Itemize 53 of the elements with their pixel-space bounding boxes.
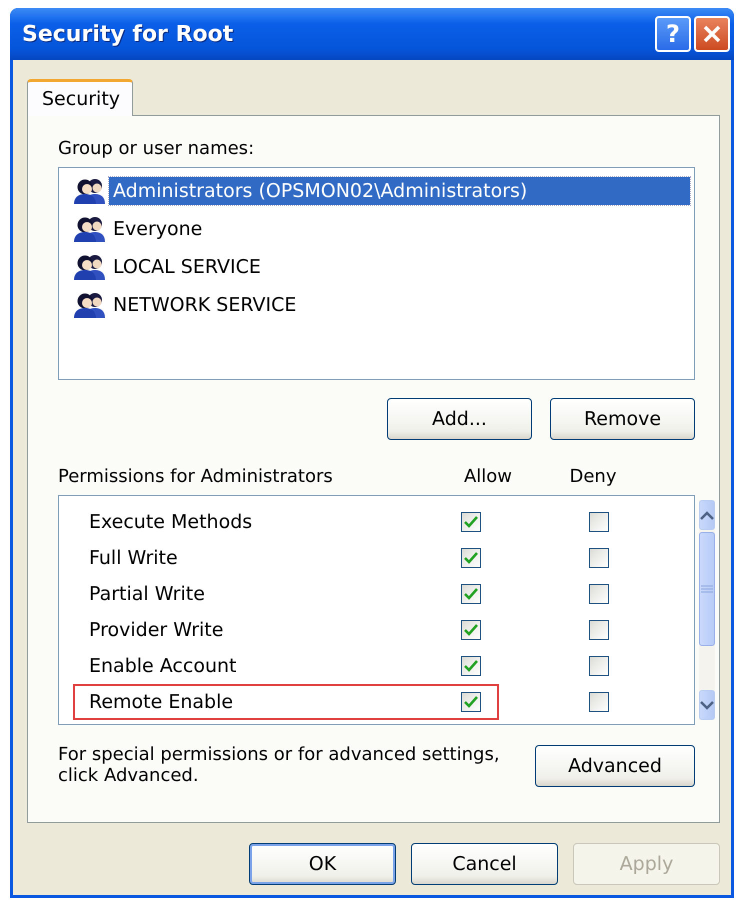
- checkmark-icon: [464, 696, 478, 708]
- permission-name: Partial Write: [89, 583, 206, 605]
- column-header: Deny: [568, 466, 618, 487]
- allow-checkbox[interactable]: [461, 620, 481, 640]
- deny-checkbox[interactable]: [589, 656, 609, 676]
- permissions-label: Permissions for Administrators: [58, 466, 334, 487]
- dialog-button[interactable]: Remove: [550, 398, 695, 440]
- checkmark-icon: [464, 588, 478, 600]
- column-header: Allow: [462, 466, 514, 487]
- permission-name: Provider Write: [89, 619, 224, 641]
- tab[interactable]: Security: [27, 79, 134, 116]
- scrollbar-thumb[interactable]: [699, 532, 715, 646]
- window-title: Security for Root: [22, 22, 234, 46]
- chevron-down-icon: [700, 700, 714, 710]
- users-icon: [73, 177, 107, 205]
- permission-name: Execute Methods: [89, 511, 254, 533]
- dialog-button[interactable]: Cancel: [411, 843, 558, 885]
- close-button[interactable]: [694, 16, 730, 52]
- allow-checkbox[interactable]: [461, 656, 481, 676]
- allow-checkbox[interactable]: [461, 692, 481, 712]
- permission-name: Enable Account: [89, 655, 238, 677]
- advanced-hint: For special permissions or for advanced settings, click Advanced.: [58, 745, 501, 787]
- advanced-button[interactable]: Advanced: [535, 745, 695, 787]
- grip-icon: [701, 585, 713, 593]
- dialog-button[interactable]: Add...: [387, 398, 532, 440]
- checkmark-icon: [464, 660, 478, 672]
- deny-checkbox[interactable]: [589, 620, 609, 640]
- close-icon: [702, 24, 722, 44]
- allow-checkbox[interactable]: [461, 584, 481, 604]
- dialog-button[interactable]: OK: [249, 843, 396, 885]
- permission-name: Full Write: [89, 547, 179, 569]
- users-icon: [73, 291, 107, 319]
- deny-checkbox[interactable]: [589, 548, 609, 568]
- users-icon: [73, 215, 107, 243]
- checkmark-icon: [464, 552, 478, 564]
- users-icon: [73, 253, 107, 281]
- list-item[interactable]: LOCAL SERVICE: [109, 253, 265, 281]
- list-item[interactable]: Administrators (OPSMON02\Administrators): [109, 177, 690, 205]
- list-label: Group or user names:: [58, 138, 256, 159]
- checkmark-icon: [464, 516, 478, 528]
- scroll-up-button[interactable]: [699, 500, 715, 530]
- deny-checkbox[interactable]: [589, 692, 609, 712]
- permission-name: Remote Enable: [89, 691, 234, 713]
- scroll-down-button[interactable]: [699, 690, 715, 720]
- allow-checkbox[interactable]: [461, 512, 481, 532]
- deny-checkbox[interactable]: [589, 512, 609, 532]
- deny-checkbox[interactable]: [589, 584, 609, 604]
- list-item[interactable]: NETWORK SERVICE: [109, 291, 300, 319]
- allow-checkbox[interactable]: [461, 548, 481, 568]
- list-item[interactable]: Everyone: [109, 215, 206, 243]
- scrollbar[interactable]: [699, 500, 715, 720]
- chevron-up-icon: [700, 510, 714, 520]
- checkmark-icon: [464, 624, 478, 636]
